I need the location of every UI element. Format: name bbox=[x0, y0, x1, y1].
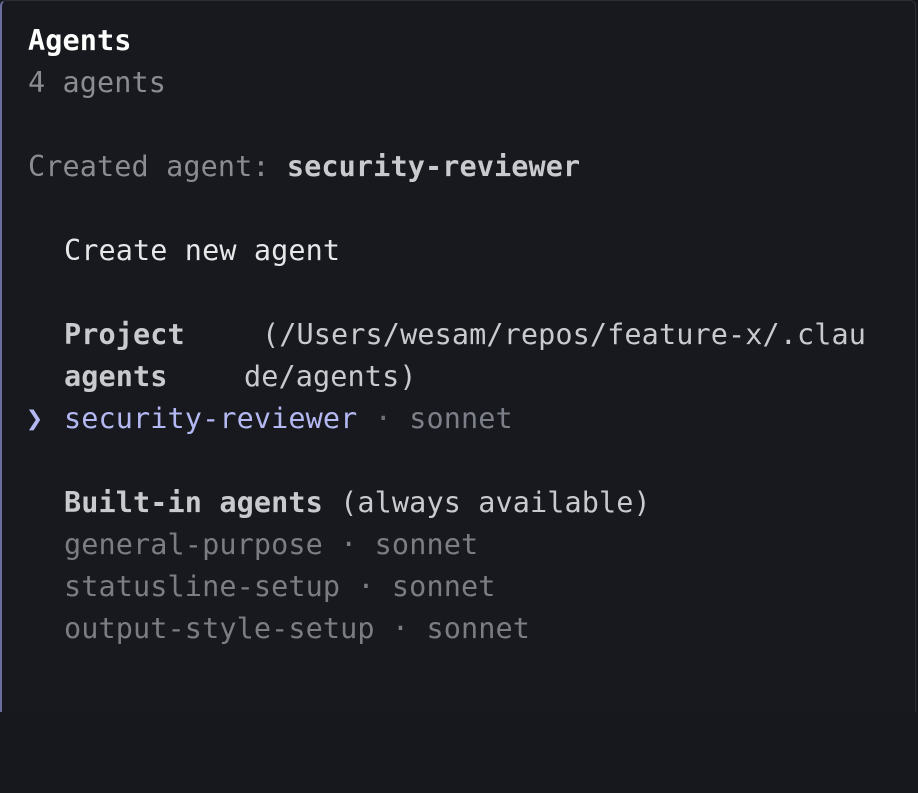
agent-separator: · bbox=[374, 612, 427, 645]
agent-list-item[interactable]: general-purpose · sonnet bbox=[64, 524, 478, 566]
create-new-agent-option[interactable]: Create new agent bbox=[64, 230, 340, 272]
agent-name: general-purpose bbox=[64, 528, 323, 561]
selection-pointer-icon: ❯ bbox=[26, 402, 44, 435]
agent-list-item[interactable]: statusline-setup · sonnet bbox=[64, 566, 495, 608]
agent-name: statusline-setup bbox=[64, 570, 341, 603]
agent-model: sonnet bbox=[409, 402, 513, 435]
agent-count: 4 agents bbox=[28, 66, 167, 99]
builtin-section-label: Built-in agents bbox=[64, 486, 323, 519]
agent-list-item-selected[interactable]: security-reviewer · sonnet bbox=[64, 398, 513, 440]
agent-model: sonnet bbox=[426, 612, 530, 645]
project-path-line1: (/Users/wesam/repos/feature-x/.clau bbox=[262, 318, 867, 351]
agent-name: security-reviewer bbox=[64, 402, 358, 435]
builtin-section-header: Built-in agents (always available) bbox=[64, 482, 651, 524]
builtin-section-note: (always available) bbox=[322, 486, 651, 519]
panel-title: Agents bbox=[28, 24, 132, 57]
project-section-label-line1: Project bbox=[64, 318, 185, 351]
project-path-line2: de/agents) bbox=[244, 360, 417, 393]
agent-name: output-style-setup bbox=[64, 612, 375, 645]
status-agent-name: security-reviewer bbox=[286, 150, 581, 183]
status-prefix: Created agent: bbox=[28, 150, 287, 183]
agent-separator: · bbox=[322, 528, 375, 561]
agents-panel: Agents 4 agents Created agent: security-… bbox=[0, 0, 916, 712]
agent-separator: · bbox=[357, 402, 410, 435]
agent-model: sonnet bbox=[391, 570, 496, 603]
project-section-label-line2: agents bbox=[64, 360, 168, 393]
agent-model: sonnet bbox=[374, 528, 479, 561]
agent-list-item[interactable]: output-style-setup · sonnet bbox=[64, 608, 530, 650]
agent-separator: · bbox=[340, 570, 392, 603]
status-message: Created agent: security-reviewer bbox=[28, 146, 580, 188]
